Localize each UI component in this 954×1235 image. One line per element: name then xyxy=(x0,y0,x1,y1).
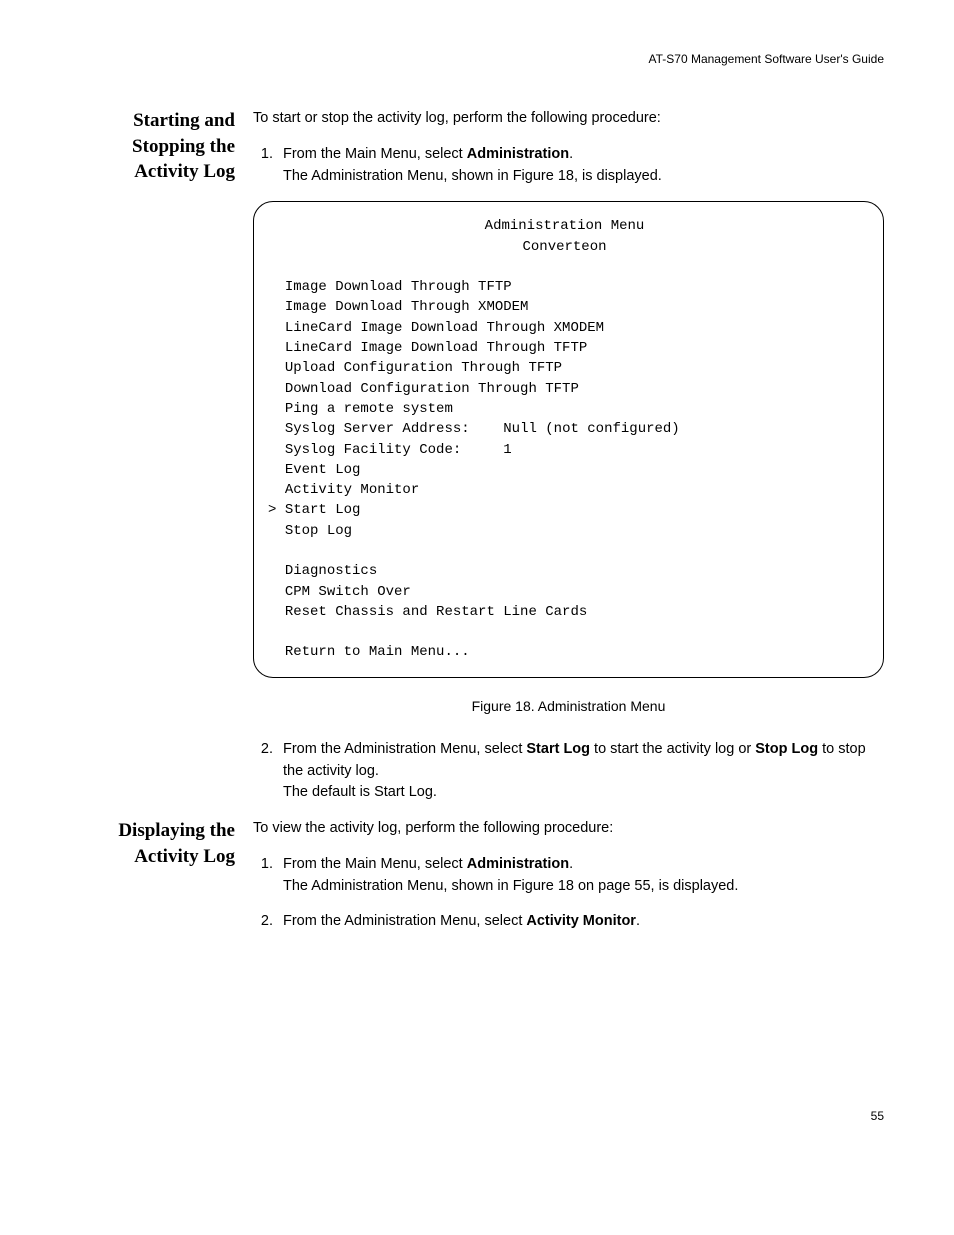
section-displaying: Displaying the Activity Log To view the … xyxy=(80,818,884,947)
s2-step2-post: . xyxy=(636,913,640,929)
menu-item-2: Image Download Through XMODEM xyxy=(285,299,529,315)
page-header: AT-S70 Management Software User's Guide xyxy=(80,50,884,68)
section2-heading: Displaying the Activity Log xyxy=(80,818,253,869)
step1-after: The Administration Menu, shown in Figure… xyxy=(283,166,884,188)
menu-cursor: > xyxy=(268,502,276,518)
step2-mid: to start the activity log or xyxy=(590,741,755,757)
menu-item-11: Activity Monitor xyxy=(285,482,419,498)
menu-item-15: CPM Switch Over xyxy=(285,584,411,600)
menu-title1: Administration Menu xyxy=(268,216,861,236)
s2-step2-bold: Activity Monitor xyxy=(526,913,636,929)
section-starting-stopping: Starting and Stopping the Activity Log T… xyxy=(80,108,884,818)
menu-item-10: Event Log xyxy=(285,462,361,478)
section2-step2: From the Administration Menu, select Act… xyxy=(277,911,884,933)
menu-item-9-label: Syslog Facility Code: xyxy=(285,442,461,458)
section1-heading: Starting and Stopping the Activity Log xyxy=(80,108,253,185)
section1-step2: From the Administration Menu, select Sta… xyxy=(277,739,884,804)
menu-item-5: Upload Configuration Through TFTP xyxy=(285,360,562,376)
menu-item-17: Return to Main Menu... xyxy=(285,644,470,660)
section2-body: To view the activity log, perform the fo… xyxy=(253,818,884,947)
administration-menu-box: Administration MenuConverteon Image Down… xyxy=(253,201,884,678)
menu-item-12: Start Log xyxy=(285,502,361,518)
s2-step1-bold: Administration xyxy=(467,856,569,872)
step2-bold1: Start Log xyxy=(526,741,590,757)
step2-pre: From the Administration Menu, select xyxy=(283,741,526,757)
menu-body: Image Download Through TFTP Image Downlo… xyxy=(268,277,861,663)
guide-title: AT-S70 Management Software User's Guide xyxy=(648,52,884,66)
section1-step1: From the Main Menu, select Administratio… xyxy=(277,144,884,188)
menu-item-14: Diagnostics xyxy=(285,563,377,579)
menu-item-7: Ping a remote system xyxy=(285,401,453,417)
section1-body: To start or stop the activity log, perfo… xyxy=(253,108,884,818)
menu-item-9-value: 1 xyxy=(503,442,511,458)
menu-title2: Converteon xyxy=(268,237,861,257)
menu-item-13: Stop Log xyxy=(285,523,352,539)
menu-item-4: LineCard Image Download Through TFTP xyxy=(285,340,587,356)
step1-pre: From the Main Menu, select xyxy=(283,146,467,162)
s2-step2-pre: From the Administration Menu, select xyxy=(283,913,526,929)
s2-step1-pre: From the Main Menu, select xyxy=(283,856,467,872)
step2-after: The default is Start Log. xyxy=(283,782,884,804)
menu-item-8-label: Syslog Server Address: xyxy=(285,421,470,437)
figure-caption: Figure 18. Administration Menu xyxy=(253,696,884,717)
step2-bold2: Stop Log xyxy=(755,741,818,757)
menu-item-3: LineCard Image Download Through XMODEM xyxy=(285,320,604,336)
s2-step1-post: . xyxy=(569,856,573,872)
section2-step1: From the Main Menu, select Administratio… xyxy=(277,854,884,898)
section1-intro: To start or stop the activity log, perfo… xyxy=(253,108,884,130)
menu-item-1: Image Download Through TFTP xyxy=(285,279,512,295)
step1-post: . xyxy=(569,146,573,162)
menu-item-8-value: Null (not configured) xyxy=(503,421,679,437)
menu-item-16: Reset Chassis and Restart Line Cards xyxy=(285,604,587,620)
s2-step1-after: The Administration Menu, shown in Figure… xyxy=(283,876,884,898)
step1-bold: Administration xyxy=(467,146,569,162)
section2-intro: To view the activity log, perform the fo… xyxy=(253,818,884,840)
page-number: 55 xyxy=(80,1107,884,1125)
menu-item-6: Download Configuration Through TFTP xyxy=(285,381,579,397)
